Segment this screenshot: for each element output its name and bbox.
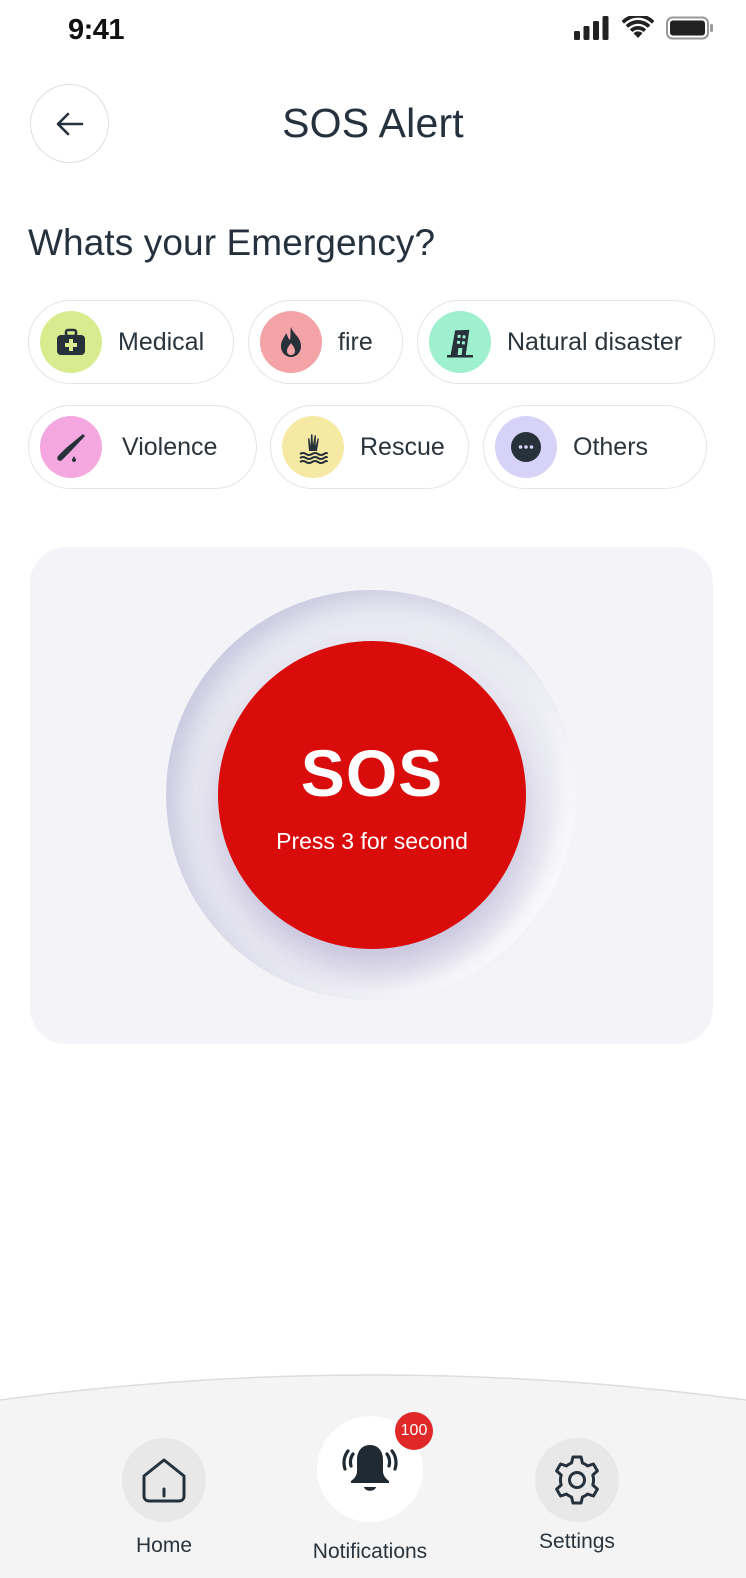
sos-hint: Press 3 for second [276, 827, 468, 854]
status-time: 9:41 [68, 14, 125, 46]
chip-natural-disaster[interactable]: Natural disaster [417, 300, 715, 384]
chip-violence[interactable]: Violence [28, 405, 257, 489]
nav-label-home: Home [135, 1534, 193, 1557]
chip-label-natural-disaster: Natural disaster [507, 327, 683, 356]
chip-rescue[interactable]: Rescue [270, 405, 469, 489]
status-icons [574, 16, 714, 40]
notifications-badge: 100 [395, 1412, 433, 1450]
chip-others[interactable]: Others [483, 405, 707, 489]
emergency-question: Whats your Emergency? [28, 222, 436, 263]
more-dots-icon [495, 416, 557, 478]
nav-notifications[interactable]: Notifications 100 [299, 1412, 441, 1564]
sos-button[interactable]: SOS Press 3 for second [218, 641, 526, 949]
chip-label-medical: Medical [118, 327, 205, 356]
flame-icon [260, 311, 322, 373]
battery-icon [666, 16, 713, 40]
gear-icon [555, 1455, 599, 1505]
medical-kit-icon [40, 311, 102, 373]
signal-icon [574, 16, 609, 40]
bell-ringing-icon [342, 1445, 398, 1491]
drowning-hand-icon [282, 416, 344, 478]
home-icon [142, 1458, 186, 1503]
sos-label: SOS [300, 735, 444, 810]
chip-label-fire: fire [338, 327, 373, 356]
building-collapse-icon [429, 311, 491, 373]
chip-medical[interactable]: Medical [28, 300, 234, 384]
bottom-nav: Home Notifications 100 Settings [0, 1360, 746, 1578]
page-title: SOS Alert [282, 100, 464, 146]
wifi-icon [622, 16, 654, 38]
nav-home[interactable]: Home [121, 1438, 207, 1558]
chip-label-others: Others [573, 432, 649, 461]
chip-label-violence: Violence [122, 432, 218, 461]
nav-label-notifications: Notifications [312, 1540, 428, 1563]
nav-settings[interactable]: Settings [534, 1438, 620, 1554]
chip-fire[interactable]: fire [248, 300, 403, 384]
home-button[interactable] [122, 1438, 206, 1522]
knife-icon [40, 416, 102, 478]
chip-label-rescue: Rescue [360, 432, 445, 461]
settings-button[interactable] [535, 1438, 619, 1522]
nav-label-settings: Settings [539, 1530, 615, 1553]
status-bar: 9:41 [0, 0, 746, 64]
